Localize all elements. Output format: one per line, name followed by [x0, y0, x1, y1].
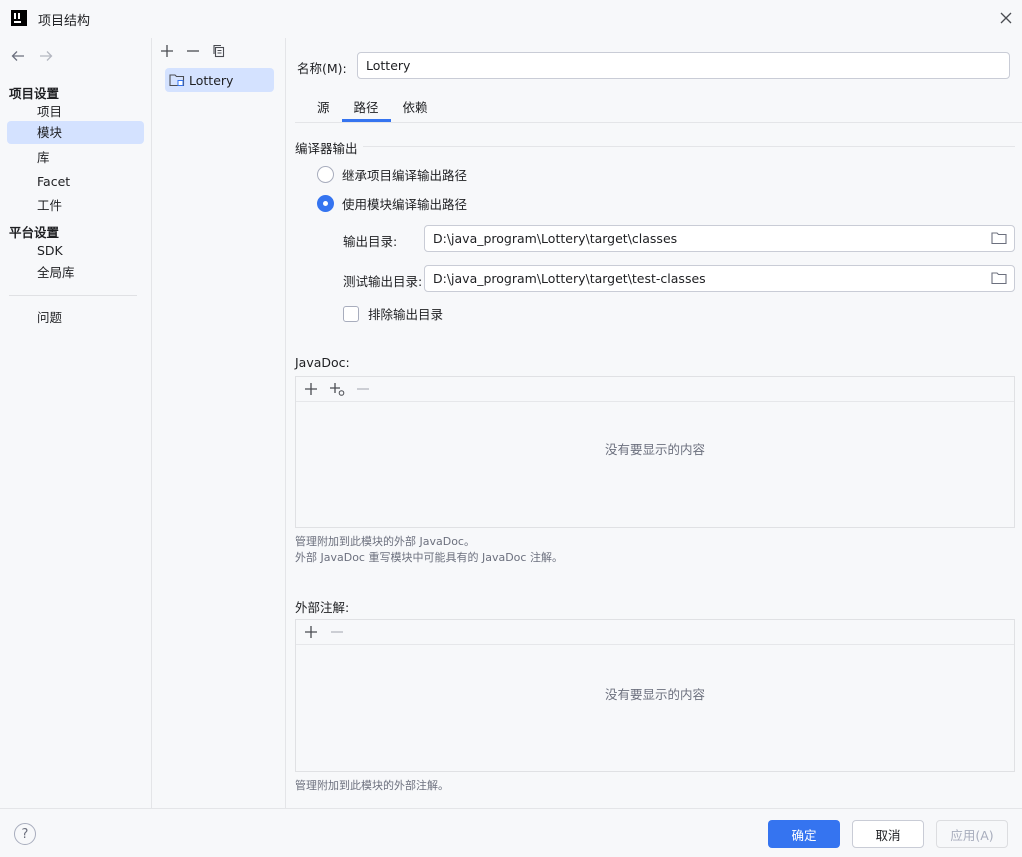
- module-item-label: Lottery: [189, 72, 234, 88]
- folder-icon[interactable]: [991, 231, 1007, 245]
- output-dir-label: 输出目录:: [343, 234, 398, 249]
- module-tabs: 源 路径 依赖: [305, 98, 440, 122]
- minus-icon: [357, 388, 369, 390]
- inherit-output-path-label: 继承项目编译输出路径: [342, 168, 468, 183]
- close-button[interactable]: [994, 6, 1018, 30]
- tab-dependencies[interactable]: 依赖: [391, 98, 440, 122]
- close-icon: [1000, 12, 1012, 24]
- history-navigation: [10, 48, 54, 64]
- test-output-dir-value: D:\java_program\Lottery\target\test-clas…: [433, 271, 706, 286]
- test-output-dir-label: 测试输出目录:: [343, 274, 423, 289]
- output-dir-input[interactable]: D:\java_program\Lottery\target\classes: [424, 225, 1015, 252]
- inherit-output-path-radio[interactable]: 继承项目编译输出路径: [317, 165, 467, 184]
- copy-module-button[interactable]: [210, 42, 228, 60]
- tabs-divider: [295, 122, 1022, 123]
- module-output-path-radio[interactable]: 使用模块编译输出路径: [317, 194, 467, 213]
- name-label: 名称(M):: [297, 61, 347, 76]
- nav-item-problems[interactable]: 问题: [7, 306, 144, 329]
- output-dir-value: D:\java_program\Lottery\target\classes: [433, 231, 678, 246]
- tab-sources[interactable]: 源: [305, 98, 342, 122]
- test-output-dir-input[interactable]: D:\java_program\Lottery\target\test-clas…: [424, 265, 1015, 292]
- nav-divider: [9, 295, 137, 296]
- minus-icon: [331, 631, 343, 633]
- arrow-right-icon: [40, 51, 53, 61]
- annotations-hint: 管理附加到此模块的外部注解。: [295, 779, 449, 792]
- remove-annotation-button[interactable]: [328, 623, 346, 641]
- javadoc-panel: 没有要显示的内容: [295, 376, 1015, 528]
- ok-button[interactable]: 确定: [768, 820, 840, 848]
- annotations-toolbar: [296, 620, 1014, 645]
- add-javadoc-button[interactable]: [302, 380, 320, 398]
- nav-item-project[interactable]: 项目: [7, 100, 144, 123]
- plus-icon: [305, 626, 317, 638]
- radio-on-icon: [317, 195, 334, 212]
- dialog-footer: ? 确定 取消 应用(A): [0, 808, 1022, 857]
- minus-icon: [187, 50, 199, 52]
- add-javadoc-url-button[interactable]: [328, 380, 346, 398]
- javadoc-hint: 管理附加到此模块的外部 JavaDoc。 外部 JavaDoc 重写模块中可能具…: [295, 534, 563, 566]
- settings-navigation: 项目设置 项目 模块 库 Facet 工件 平台设置 SDK 全局库 问题: [0, 38, 152, 808]
- remove-javadoc-button[interactable]: [354, 380, 372, 398]
- javadoc-toolbar: [296, 377, 1014, 402]
- compiler-output-title: 编译器输出: [295, 141, 358, 156]
- javadoc-hint-line1: 管理附加到此模块的外部 JavaDoc。: [295, 535, 475, 548]
- plus-link-icon: [330, 383, 345, 396]
- back-button[interactable]: [10, 48, 26, 64]
- radio-off-icon: [317, 166, 334, 183]
- folder-icon[interactable]: [991, 271, 1007, 285]
- nav-item-modules[interactable]: 模块: [7, 121, 144, 144]
- plus-icon: [161, 45, 173, 57]
- module-list-panel: Lottery: [153, 38, 286, 808]
- copy-icon: [213, 44, 225, 58]
- module-settings-panel: 名称(M): Lottery 源 路径 依赖 编译器输出 继承项目编译输出路径 …: [287, 38, 1022, 808]
- forward-button[interactable]: [38, 48, 54, 64]
- annotations-panel: 没有要显示的内容: [295, 619, 1015, 772]
- compiler-output-divider: [363, 146, 1015, 147]
- exclude-output-checkbox[interactable]: 排除输出目录: [343, 304, 443, 323]
- module-item[interactable]: Lottery: [165, 68, 274, 92]
- title-bar: 项目结构: [0, 0, 1022, 38]
- window-title: 项目结构: [38, 14, 91, 29]
- arrow-left-icon: [11, 51, 24, 61]
- cancel-button[interactable]: 取消: [852, 820, 924, 848]
- javadoc-empty-text: 没有要显示的内容: [604, 442, 705, 457]
- module-name-input[interactable]: Lottery: [357, 52, 1010, 79]
- javadoc-title: JavaDoc:: [295, 355, 350, 370]
- javadoc-hint-line2: 外部 JavaDoc 重写模块中可能具有的 JavaDoc 注解。: [295, 551, 563, 564]
- annotations-empty-text: 没有要显示的内容: [604, 687, 705, 702]
- add-annotation-button[interactable]: [302, 623, 320, 641]
- nav-item-artifacts[interactable]: 工件: [7, 194, 144, 217]
- exclude-output-label: 排除输出目录: [368, 307, 444, 322]
- checkbox-unchecked-icon: [343, 305, 359, 322]
- nav-item-global-libraries[interactable]: 全局库: [7, 261, 144, 284]
- nav-item-libraries[interactable]: 库: [7, 146, 144, 169]
- nav-item-facets[interactable]: Facet: [7, 170, 144, 193]
- remove-module-button[interactable]: [184, 42, 202, 60]
- apply-button[interactable]: 应用(A): [936, 820, 1008, 848]
- help-icon: ?: [21, 826, 29, 842]
- help-button[interactable]: ?: [14, 823, 36, 845]
- tab-paths[interactable]: 路径: [341, 98, 391, 122]
- plus-icon: [305, 383, 317, 395]
- module-folder-icon: [169, 74, 185, 87]
- nav-item-sdk[interactable]: SDK: [7, 239, 144, 262]
- module-toolbar: [158, 42, 228, 60]
- add-module-button[interactable]: [158, 42, 176, 60]
- intellij-logo-icon: [11, 10, 27, 26]
- module-output-path-label: 使用模块编译输出路径: [342, 197, 468, 212]
- annotations-title: 外部注解:: [295, 600, 350, 615]
